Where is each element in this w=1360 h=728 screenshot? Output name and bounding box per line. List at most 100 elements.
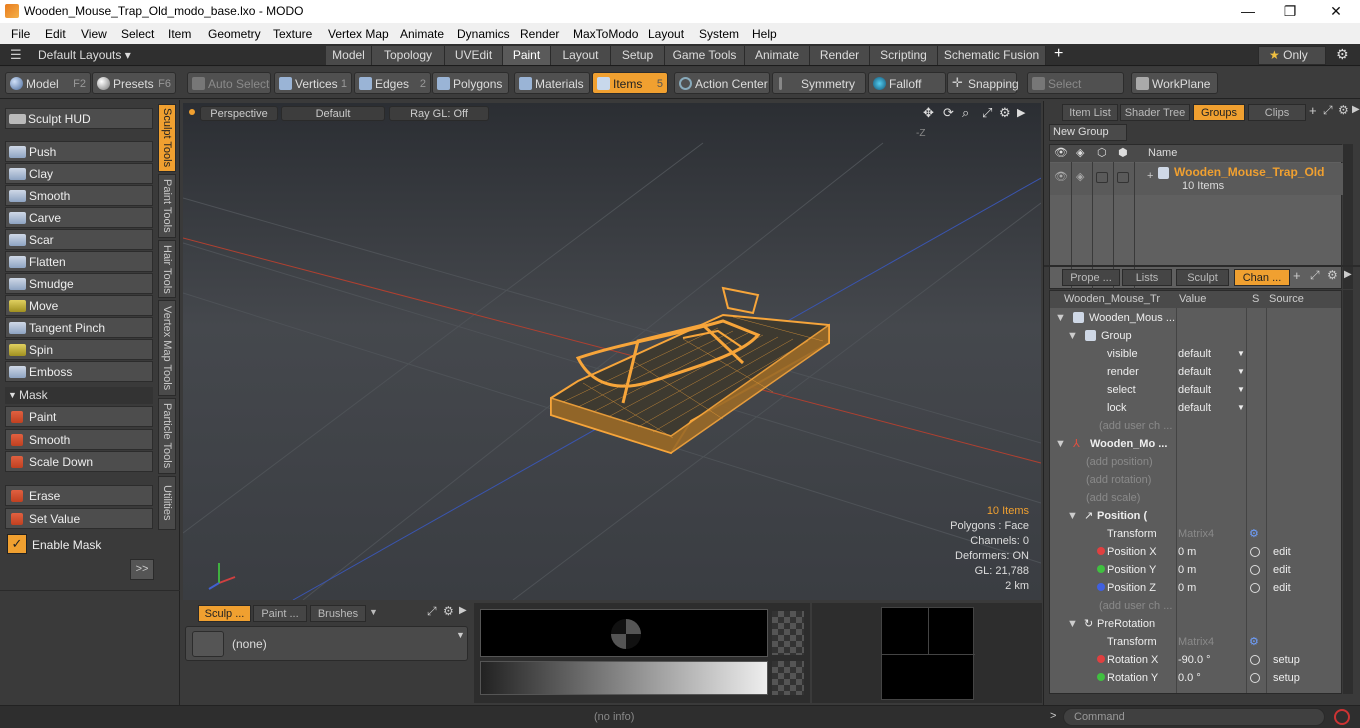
close-icon[interactable]: ✕ <box>1326 2 1346 20</box>
auto-select-button[interactable]: Auto Select <box>187 72 271 94</box>
channel-value[interactable]: 0 m <box>1178 579 1196 597</box>
panel-more-icon[interactable]: ▶ <box>1344 269 1352 280</box>
expand-arrow-icon[interactable]: ▼ <box>1067 615 1078 633</box>
tool-clay[interactable]: Clay <box>5 163 153 184</box>
more-tools-button[interactable]: >> <box>130 559 154 580</box>
tab-scripting[interactable]: Scripting <box>870 46 938 65</box>
vtab-hair-tools[interactable]: Hair Tools <box>158 240 176 298</box>
tab-layout[interactable]: Layout <box>551 46 611 65</box>
vtab-sculpt-tools[interactable]: Sculpt Tools <box>158 104 176 172</box>
table-row[interactable]: (add scale) <box>1055 489 1341 507</box>
table-row[interactable]: Rotation Y 0.0 ° setup <box>1055 669 1341 687</box>
panel-more-icon[interactable]: ▶ <box>459 605 467 616</box>
tab-dropdown-icon[interactable]: ▼ <box>369 607 378 617</box>
channels-scrollbar[interactable] <box>1343 290 1353 694</box>
viewport-menu-dot[interactable] <box>189 109 195 115</box>
channel-value[interactable]: 0 m <box>1178 561 1196 579</box>
menu-render[interactable]: Render <box>520 27 559 41</box>
tab-paint-brush[interactable]: Paint ... <box>253 605 307 622</box>
snapping-button[interactable]: ✛ Snapping <box>947 72 1019 94</box>
group-row[interactable]: 👁 ◈ + Wooden_Mouse_Trap_Old 10 Items <box>1050 163 1343 195</box>
perspective-dropdown[interactable]: Perspective <box>200 106 278 121</box>
tab-setup[interactable]: Setup <box>611 46 665 65</box>
table-row[interactable]: Position X 0 m edit <box>1055 543 1341 561</box>
menu-item[interactable]: Item <box>168 27 191 41</box>
channel-value[interactable]: default <box>1178 399 1211 417</box>
table-row[interactable]: (add user ch ... <box>1055 417 1341 435</box>
channel-value[interactable]: 0 m <box>1178 543 1196 561</box>
gradient-ramp[interactable] <box>480 661 768 695</box>
symmetry-button[interactable]: Symmetry <box>772 72 866 94</box>
items-button[interactable]: Items 5 <box>592 72 668 94</box>
expand-plus-icon[interactable]: + <box>1147 170 1153 182</box>
channel-value[interactable]: default <box>1178 345 1211 363</box>
tab-animate[interactable]: Animate <box>745 46 810 65</box>
workplane-button[interactable]: WorkPlane <box>1131 72 1218 94</box>
menu-select[interactable]: Select <box>121 27 154 41</box>
minimize-icon[interactable]: — <box>1238 2 1258 20</box>
panel-gear-icon[interactable]: ⚙ <box>1338 103 1349 117</box>
expand-icon[interactable]: ⤢ <box>1310 268 1320 283</box>
tool-tangent-pinch[interactable]: Tangent Pinch <box>5 317 153 338</box>
table-row[interactable]: Position Z 0 m edit <box>1055 579 1341 597</box>
menu-system[interactable]: System <box>699 27 739 41</box>
tab-channels[interactable]: Chan ... <box>1234 269 1290 286</box>
sculpt-hud-button[interactable]: Sculpt HUD <box>5 108 153 129</box>
alpha-ramp-swatch[interactable] <box>772 661 804 695</box>
pan-icon[interactable]: ✥ <box>923 105 934 121</box>
enable-mask-checkbox[interactable]: ✓ <box>7 534 27 554</box>
tool-carve[interactable]: Carve <box>5 207 153 228</box>
menu-layout[interactable]: Layout <box>648 27 684 41</box>
viewport-more-icon[interactable]: ▶ <box>1017 106 1025 119</box>
viewport-settings-icon[interactable]: ⚙ <box>999 105 1011 121</box>
state-radio[interactable] <box>1250 547 1260 557</box>
table-row[interactable]: ▼ ↗ Position ( <box>1055 507 1341 525</box>
table-row[interactable]: (add position) <box>1055 453 1341 471</box>
tab-clips[interactable]: Clips <box>1248 104 1306 121</box>
groups-scrollbar[interactable] <box>1343 144 1353 289</box>
tab-shader-tree[interactable]: Shader Tree <box>1120 104 1190 121</box>
mask-section-header[interactable]: ▼ Mask <box>5 387 153 404</box>
expand-arrow-icon[interactable]: ▼ <box>1055 435 1066 453</box>
tool-flatten[interactable]: Flatten <box>5 251 153 272</box>
add-tab-icon[interactable]: + <box>1309 103 1317 118</box>
add-tab-button[interactable]: + <box>1054 45 1063 63</box>
edges-button[interactable]: Edges 2 <box>354 72 431 94</box>
menu-dynamics[interactable]: Dynamics <box>457 27 510 41</box>
only-toggle[interactable]: ★ Only <box>1258 46 1326 65</box>
expand-icon[interactable]: ⤢ <box>1323 103 1333 118</box>
table-row[interactable]: lock default ▼ <box>1055 399 1341 417</box>
table-row[interactable]: render default ▼ <box>1055 363 1341 381</box>
channel-value[interactable]: -90.0 ° <box>1178 651 1211 669</box>
color-preview[interactable] <box>480 609 768 657</box>
table-row[interactable]: ▼ ↻ PreRotation <box>1055 615 1341 633</box>
tab-game-tools[interactable]: Game Tools <box>665 46 745 65</box>
rotate-icon[interactable]: ⟳ <box>943 105 954 121</box>
tab-topology[interactable]: Topology <box>372 46 445 65</box>
vtab-utilities[interactable]: Utilities <box>158 476 176 530</box>
dropdown-arrow-icon[interactable]: ▼ <box>1237 381 1245 399</box>
menu-view[interactable]: View <box>81 27 107 41</box>
state-radio[interactable] <box>1250 673 1260 683</box>
render-icon[interactable]: ◈ <box>1076 146 1084 159</box>
tab-model[interactable]: Model <box>326 46 372 65</box>
mask-tool-set-value[interactable]: Set Value <box>5 508 153 529</box>
lock-icon[interactable]: ⬡ <box>1097 146 1107 159</box>
presets-button[interactable]: Presets F6 <box>92 72 176 94</box>
add-position[interactable]: (add position) <box>1086 453 1153 471</box>
tool-move[interactable]: Move <box>5 295 153 316</box>
tool-scar[interactable]: Scar <box>5 229 153 250</box>
3d-viewport[interactable]: -Z 10 Items Polygons : Face Channels: 0 … <box>183 103 1041 600</box>
channel-value[interactable]: 0.0 ° <box>1178 669 1201 687</box>
table-row[interactable]: Transform Matrix4 ⚙ <box>1055 633 1341 651</box>
model-button[interactable]: Model F2 <box>5 72 91 94</box>
table-row[interactable]: Position Y 0 m edit <box>1055 561 1341 579</box>
lock-toggle-box[interactable] <box>1096 172 1108 183</box>
menu-maxtomodo[interactable]: MaxToModo <box>573 27 638 41</box>
tool-smudge[interactable]: Smudge <box>5 273 153 294</box>
mask-tool-erase[interactable]: Erase <box>5 485 153 506</box>
expand-arrow-icon[interactable]: ▼ <box>1067 327 1078 345</box>
maximize-icon[interactable]: ❐ <box>1280 2 1300 20</box>
panel-more-icon[interactable]: ▶ <box>1352 104 1360 115</box>
table-row[interactable]: (add rotation) <box>1055 471 1341 489</box>
